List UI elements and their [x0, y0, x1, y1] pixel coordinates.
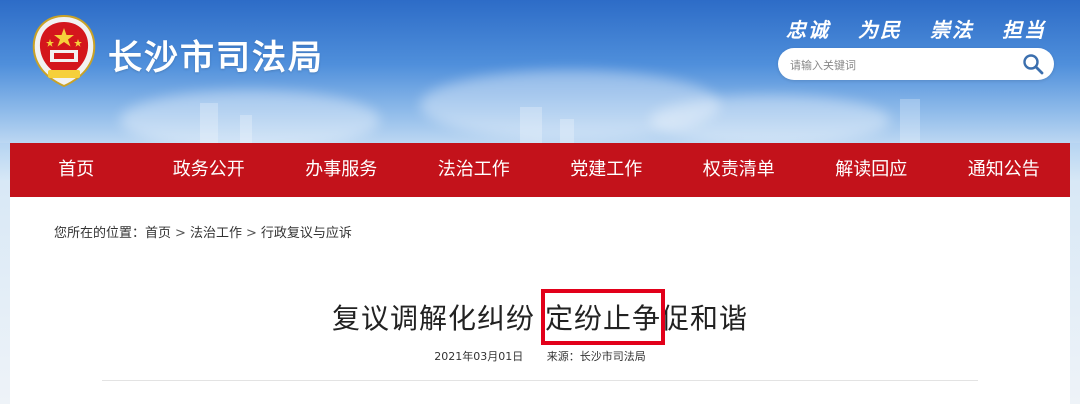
site-title: 长沙市司法局: [108, 38, 324, 78]
search-box: [778, 48, 1054, 80]
divider: [102, 380, 978, 381]
article-title-part: 复议调解化纠纷: [332, 302, 545, 335]
breadcrumb-link-home[interactable]: 首页: [145, 226, 171, 241]
breadcrumb: 您所在的位置：首页 > 法治工作 > 行政复议与应诉: [54, 222, 352, 241]
slogan-item: 为民: [858, 18, 902, 42]
justice-emblem-logo: [32, 14, 96, 88]
article-title: 复议调解化纠纷 定纷止争促和谐: [10, 289, 1070, 345]
site-header: 长沙市司法局 忠诚 为民 崇法 担当: [0, 0, 1080, 143]
nav-item-power-list[interactable]: 权责清单: [673, 143, 806, 197]
search-input[interactable]: [788, 54, 1012, 76]
article-title-part: 促和谐: [660, 302, 748, 335]
main-nav: 首页 政务公开 办事服务 法治工作 党建工作 权责清单 解读回应 通知公告: [10, 143, 1070, 197]
slogan-bar: 忠诚 为民 崇法 担当: [786, 14, 1046, 43]
article-source: 来源：长沙市司法局: [546, 350, 646, 363]
nav-item-services[interactable]: 办事服务: [275, 143, 408, 197]
article-meta: 2021年03月01日 来源：长沙市司法局: [10, 348, 1070, 364]
breadcrumb-link-administrative-review[interactable]: 行政复议与应诉: [261, 226, 352, 241]
nav-item-interpretation[interactable]: 解读回应: [805, 143, 938, 197]
nav-item-party-building[interactable]: 党建工作: [540, 143, 673, 197]
search-icon[interactable]: [1022, 53, 1044, 75]
breadcrumb-separator: >: [175, 226, 186, 241]
article-content: 您所在的位置：首页 > 法治工作 > 行政复议与应诉 复议调解化纠纷 定纷止争促和谐 2…: [10, 197, 1070, 404]
nav-item-notices[interactable]: 通知公告: [938, 143, 1071, 197]
nav-item-home[interactable]: 首页: [10, 143, 143, 197]
slogan-item: 忠诚: [786, 18, 830, 42]
nav-item-legal-work[interactable]: 法治工作: [408, 143, 541, 197]
breadcrumb-separator: >: [245, 226, 257, 241]
nav-item-government-affairs[interactable]: 政务公开: [143, 143, 276, 197]
article-date: 2021年03月01日: [434, 350, 524, 363]
article-title-highlight: 定纷止争: [540, 289, 665, 345]
breadcrumb-prefix: 您所在的位置：: [54, 226, 146, 241]
slogan-item: 崇法: [930, 18, 974, 42]
slogan-item: 担当: [1002, 18, 1046, 42]
breadcrumb-link-legal-work[interactable]: 法治工作: [190, 226, 242, 241]
